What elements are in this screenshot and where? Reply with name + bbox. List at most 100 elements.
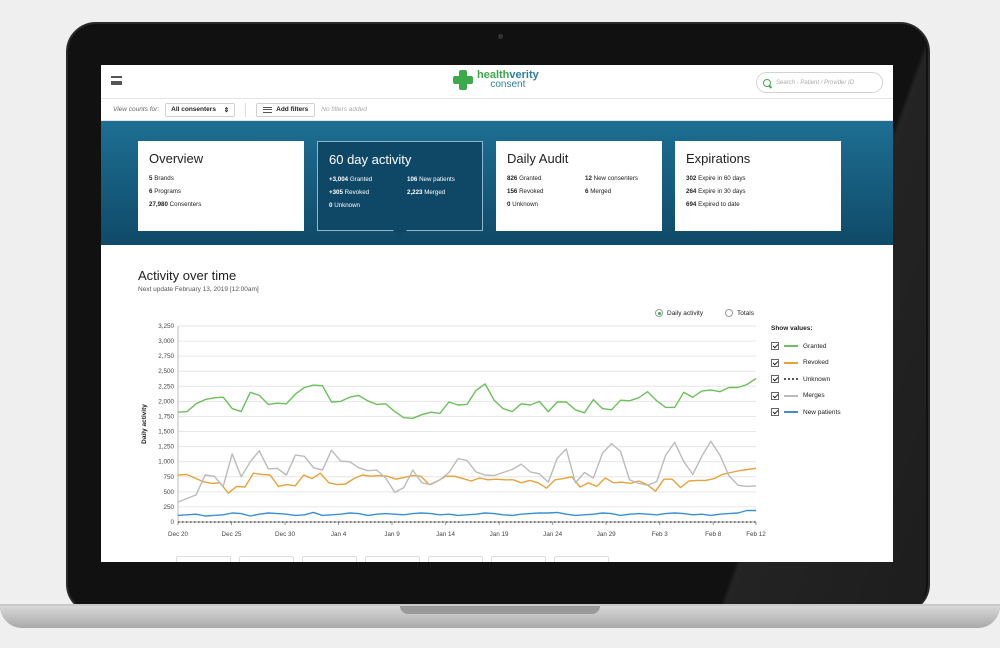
stat-label: New consenters — [593, 175, 638, 182]
y-tick-label: 500 — [163, 489, 174, 496]
legend-title: Show values: — [771, 325, 813, 332]
legend-item-revoked[interactable]: Revoked — [771, 355, 841, 372]
stat-value: 694 — [686, 201, 697, 208]
y-tick-label: 0 — [170, 519, 174, 526]
stat-value: 264 — [686, 188, 697, 195]
x-tick-label: Feb 12 — [746, 531, 766, 538]
stat-label: Unknown — [512, 201, 538, 208]
overview-card[interactable]: Overview 5 Brands 6 Programs 27,980 Cons… — [138, 141, 304, 231]
stat-value: 302 — [686, 175, 697, 182]
x-tick-label: Jan 29 — [597, 531, 616, 538]
partial-control[interactable] — [365, 556, 420, 562]
checkbox-checked-icon — [771, 342, 779, 351]
search-input[interactable]: Search - Patient / Provider ID — [756, 72, 883, 93]
stat-label: Expired to date — [698, 201, 740, 208]
legend-item-unknown[interactable]: Unknown — [771, 371, 841, 388]
partial-control[interactable] — [302, 556, 357, 562]
expirations-stats: 302 Expire in 60 days 264 Expire in 30 d… — [686, 175, 830, 208]
consenters-select-value: All consenters — [171, 106, 216, 113]
add-filters-button[interactable]: Add filters — [256, 102, 316, 117]
x-tick-label: Jan 4 — [331, 531, 347, 538]
laptop-notch — [400, 606, 600, 614]
checkbox-checked-icon — [771, 408, 779, 417]
stat-value: 826 — [507, 175, 518, 182]
partial-control[interactable] — [239, 556, 294, 562]
y-tick-label: 1,500 — [158, 429, 174, 436]
y-tick-label: 1,250 — [158, 444, 174, 451]
stat-value: 0 — [507, 201, 511, 208]
chart-legend: Show values: Granted Revoked Unknown Mer… — [771, 325, 841, 421]
legend-item-new-patients[interactable]: New patients — [771, 404, 841, 421]
expirations-row: 694 Expired to date — [686, 201, 830, 208]
sixty-day-activity-card[interactable]: 60 day activity +3,004 Granted 106 New p… — [317, 141, 483, 231]
overview-row: 6 Programs — [149, 188, 293, 195]
stat-label: Expire in 60 days — [698, 175, 746, 182]
x-tick-label: Dec 30 — [275, 531, 295, 538]
y-tick-label: 2,250 — [158, 383, 174, 390]
stat-label: Merged — [424, 189, 446, 196]
x-tick-label: Jan 14 — [436, 531, 455, 538]
partial-control[interactable] — [428, 556, 483, 562]
activity-chart: 0 250 500 750 1,000 1,250 1,500 1,750 2,000 2,250… — [141, 323, 766, 538]
stat-label: Consenters — [169, 201, 202, 208]
legend-label: Granted — [803, 342, 827, 350]
daily-audit-card[interactable]: Daily Audit 826 Granted 12 New consenter… — [496, 141, 662, 231]
no-filters-text: No filters added — [321, 106, 367, 113]
stat-label: Merged — [590, 188, 612, 195]
expirations-row: 264 Expire in 30 days — [686, 188, 830, 195]
y-tick-label: 2,750 — [158, 353, 174, 360]
audit-row: 826 Granted — [507, 175, 585, 182]
legend-label: Revoked — [803, 359, 829, 367]
y-tick-label: 1,000 — [158, 459, 174, 466]
x-tick-label: Feb 3 — [652, 531, 669, 538]
partial-control[interactable] — [176, 556, 231, 562]
expirations-card[interactable]: Expirations 302 Expire in 60 days 264 Ex… — [675, 141, 841, 231]
audit-row: 6 Merged — [585, 188, 651, 195]
y-tick-label: 250 — [163, 504, 174, 511]
checkbox-checked-icon — [771, 375, 779, 384]
next-update-text: Next update February 13, 2019 [12:00am] — [138, 286, 259, 293]
y-axis-title: Daily activity — [141, 404, 148, 444]
y-tick-label: 2,000 — [158, 398, 174, 405]
legend-item-merges[interactable]: Merges — [771, 388, 841, 405]
stat-value: +305 — [329, 189, 343, 196]
active-card-pointer — [393, 230, 407, 237]
legend-item-granted[interactable]: Granted — [771, 338, 841, 355]
audit-stats: 826 Granted 12 New consenters 156 Revoke… — [507, 175, 651, 208]
totals-toggle[interactable]: Totals — [725, 309, 754, 317]
checkbox-checked-icon — [771, 358, 779, 367]
hamburger-menu-icon[interactable] — [111, 76, 122, 85]
stat-value: 12 — [585, 175, 592, 182]
expirations-title: Expirations — [686, 151, 751, 166]
search-icon — [763, 78, 771, 87]
activity-row: +305 Revoked — [329, 189, 407, 196]
series-line-new-patients — [177, 509, 756, 517]
audit-row: 0 Unknown — [507, 201, 585, 208]
stat-label: Expire in 30 days — [698, 188, 746, 195]
legend-swatch — [784, 394, 798, 397]
partial-control[interactable] — [554, 556, 609, 562]
y-tick-label: 1,750 — [158, 413, 174, 420]
filter-icon — [263, 106, 273, 113]
series-line-granted — [177, 377, 757, 420]
overview-row: 27,980 Consenters — [149, 201, 293, 208]
activity-row: +3,004 Granted — [329, 176, 407, 183]
daily-activity-toggle[interactable]: Daily activity — [655, 309, 703, 317]
partial-control[interactable] — [491, 556, 546, 562]
legend-swatch — [784, 411, 798, 414]
legend-label: New patients — [803, 408, 841, 416]
select-arrows-icon: ⇕ — [223, 106, 230, 114]
audit-row: 156 Revoked — [507, 188, 585, 195]
x-tick-label: Feb 8 — [705, 531, 722, 538]
consenters-select[interactable]: All consenters ⇕ — [165, 102, 236, 117]
stat-label: Revoked — [519, 188, 544, 195]
healthverity-logo[interactable]: healthverity consent — [453, 70, 539, 90]
divider — [245, 102, 247, 117]
legend-label: Unknown — [803, 375, 831, 383]
expirations-row: 302 Expire in 60 days — [686, 175, 830, 182]
x-tick-label: Dec 25 — [222, 531, 242, 538]
view-counts-label: View counts for: — [113, 106, 160, 113]
checkbox-checked-icon — [771, 391, 779, 400]
stat-label: Granted — [519, 175, 542, 182]
overview-title: Overview — [149, 151, 204, 166]
